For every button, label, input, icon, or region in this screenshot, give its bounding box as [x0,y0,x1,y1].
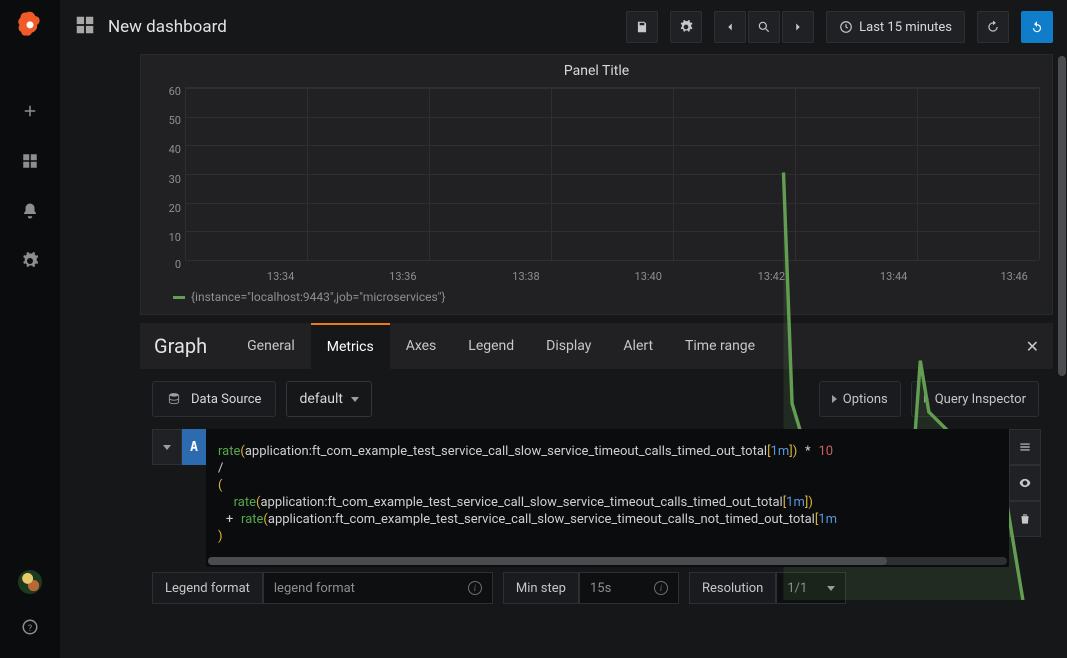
gear-icon[interactable] [21,252,39,274]
chart-area[interactable]: 60 50 40 30 20 10 0 [159,85,1040,270]
time-range-label: Last 15 minutes [859,20,952,35]
svg-text:?: ? [28,624,32,634]
dashboards-icon[interactable] [21,152,39,174]
top-toolbar: New dashboard Last 15 minutes [60,0,1067,54]
chevron-down-icon [163,445,171,450]
grafana-logo[interactable] [16,10,44,42]
query-editor[interactable]: rate(application:ft_com_example_test_ser… [206,429,1009,567]
dashboard-icon [74,14,96,40]
settings-button[interactable] [670,11,702,43]
legend-color-swatch [173,296,185,299]
code-horizontal-scrollbar[interactable] [208,557,1007,565]
alerting-icon[interactable] [21,202,39,224]
nav-sidebar: ? [0,0,60,658]
time-forward-button[interactable] [782,11,814,43]
user-avatar[interactable] [18,570,42,594]
panel-title[interactable]: Panel Title [153,59,1040,85]
time-back-button[interactable] [714,11,746,43]
clock-icon [839,20,853,34]
refresh-button[interactable] [977,11,1009,43]
save-button[interactable] [626,11,658,43]
help-icon[interactable]: ? [21,618,39,640]
graph-panel: Panel Title 60 50 40 30 20 10 0 [140,54,1053,315]
time-range-picker[interactable]: Last 15 minutes [826,11,965,43]
discard-button[interactable] [1021,11,1053,43]
x-axis: 13:34 13:36 13:38 13:40 13:42 13:44 13:4… [179,270,1040,286]
database-icon [167,392,181,406]
dashboard-title[interactable]: New dashboard [108,17,227,37]
y-axis: 60 50 40 30 20 10 0 [159,85,183,260]
page-scrollbar[interactable] [1058,56,1066,376]
query-collapse-toggle[interactable] [152,429,182,465]
zoom-out-button[interactable] [748,11,780,43]
add-icon[interactable] [21,102,39,124]
